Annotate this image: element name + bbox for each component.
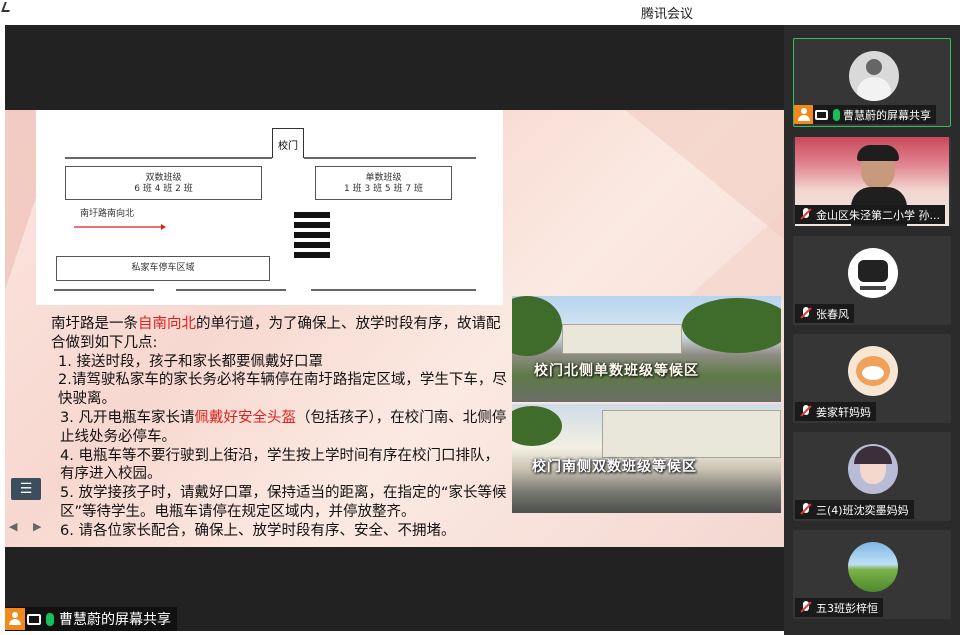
mic-muted-icon: [799, 404, 813, 419]
tree: [682, 298, 781, 353]
north-gate-caption: 校门北侧单数班级等候区: [534, 363, 699, 379]
sharer-name: 曹慧蔚的屏幕共享: [59, 612, 171, 628]
even-classes-title: 双数班级: [145, 173, 182, 183]
participant-list: 曹慧蔚的屏幕共享 金山区朱泾第二小学 孙... 张春风 姜家轩妈妈 三(4)班沈…: [784, 25, 960, 635]
mic-muted-icon: [799, 306, 813, 321]
parking-area-box: 私家车停车区域: [56, 256, 270, 281]
window-title: 腾讯会议: [641, 7, 694, 22]
item-2: 2.请驾驶私家车的家长务必将车辆停在南圩路指定区域，学生下车，尽快驶离。: [58, 372, 507, 408]
participant-tile[interactable]: 三(4)班沈奕墨妈妈: [793, 432, 951, 521]
list-icon[interactable]: ☰: [11, 478, 41, 500]
participant-label: 金山区朱泾第二小学 孙...: [795, 205, 945, 224]
screen-share-indicator: 曹慧蔚的屏幕共享: [5, 607, 177, 631]
item-1: 1. 接送时段，孩子和家长都要佩戴好口罩: [58, 353, 323, 370]
participant-name: 姜家轩妈妈: [816, 405, 871, 419]
participant-tile[interactable]: 五3班彭梓恒: [793, 530, 951, 619]
gate-label: 校门: [272, 128, 304, 158]
mic-icon: [46, 612, 54, 626]
odd-classes-list: 1 班 3 班 5 班 7 班: [344, 184, 423, 194]
screen-share-icon: [815, 109, 828, 120]
next-icon[interactable]: ▶: [33, 520, 41, 533]
item-4: 4. 电瓶车等不要行驶到上街沿，学生按上学时间有序在校门口排队，有序进入校园。: [60, 447, 499, 483]
paragraph-intro: 南圩路是一条自南向北的单行道，为了确保上、放学时段有序，故请配合做到如下几点:: [51, 316, 501, 351]
odd-classes-title: 单数班级: [365, 173, 402, 183]
participant-tile[interactable]: 张春风: [793, 236, 951, 325]
item-3: 3. 凡开电瓶车家长请佩戴好安全头盔（包括孩子），在校门南、北侧停止线处务必停车…: [60, 409, 507, 445]
avatar: [848, 248, 898, 298]
odd-classes-box: 单数班级 1 班 3 班 5 班 7 班: [315, 166, 452, 200]
south-gate-caption: 校门南侧双数班级等候区: [532, 459, 697, 475]
participant-tile[interactable]: 姜家轩妈妈: [793, 334, 951, 423]
mic-muted-icon: [799, 502, 813, 517]
participant-label: 张春风: [795, 304, 854, 323]
even-classes-list: 6 班 4 班 2 班: [134, 184, 193, 194]
shared-slide: 校门 双数班级 6 班 4 班 2 班 单数班级 1 班 3 班 5 班 7 班…: [5, 110, 784, 547]
avatar: [848, 542, 898, 592]
participant-label: 曹慧蔚的屏幕共享: [794, 105, 936, 124]
road-direction-label: 南圩路南向北: [80, 209, 135, 219]
participant-label: 姜家轩妈妈: [795, 402, 876, 421]
avatar: [848, 346, 898, 396]
mic-muted-icon: [799, 600, 813, 615]
school-building: [602, 410, 781, 458]
check-icon: [1, 2, 13, 12]
notice-text: 南圩路是一条自南向北的单行道，为了确保上、放学时段有序，故请配合做到如下几点: …: [17, 315, 509, 541]
participant-name: 五3班彭梓恒: [816, 601, 878, 615]
title-bar: 腾讯会议: [0, 0, 960, 25]
meeting-window: 腾讯会议 校门 双数班级 6 班 4 班 2 班 单数班级 1 班 3 班 5 …: [0, 0, 960, 635]
item-5: 5. 放学接孩子时，请戴好口罩，保持适当的距离，在指定的“家长等候区”等待学生。…: [60, 485, 507, 520]
participant-name: 金山区朱泾第二小学 孙...: [816, 208, 940, 222]
item-6: 6. 请各位家长配合，确保上、放学时段有序、安全、不拥堵。: [60, 522, 456, 539]
parking-area-label: 私家车停车区域: [131, 263, 195, 273]
avatar: [848, 444, 898, 494]
prev-icon[interactable]: ◀: [9, 520, 17, 533]
participant-name: 曹慧蔚的屏幕共享: [843, 108, 931, 122]
mic-icon: [833, 108, 840, 121]
north-gate-photo: 校门北侧单数班级等候区: [512, 296, 781, 402]
participant-label: 三(4)班沈奕墨妈妈: [795, 500, 914, 519]
tree: [512, 296, 562, 356]
participant-name: 张春风: [816, 307, 849, 321]
tree: [512, 406, 562, 446]
avatar: [849, 51, 899, 101]
person-icon: [794, 105, 813, 124]
participant-tile[interactable]: 曹慧蔚的屏幕共享: [793, 38, 951, 127]
participant-label: 五3班彭梓恒: [795, 598, 883, 617]
screen-share-icon: [27, 613, 41, 625]
participant-tile[interactable]: 金山区朱泾第二小学 孙...: [793, 137, 951, 226]
participant-name: 三(4)班沈奕墨妈妈: [816, 503, 909, 517]
even-classes-box: 双数班级 6 班 4 班 2 班: [65, 166, 262, 200]
mic-muted-icon: [799, 207, 813, 222]
traffic-diagram: 校门 双数班级 6 班 4 班 2 班 单数班级 1 班 3 班 5 班 7 班…: [36, 110, 503, 305]
south-gate-photo: 校门南侧双数班级等候区: [512, 404, 781, 513]
person-icon: [5, 608, 25, 630]
gate-building: [562, 324, 682, 354]
